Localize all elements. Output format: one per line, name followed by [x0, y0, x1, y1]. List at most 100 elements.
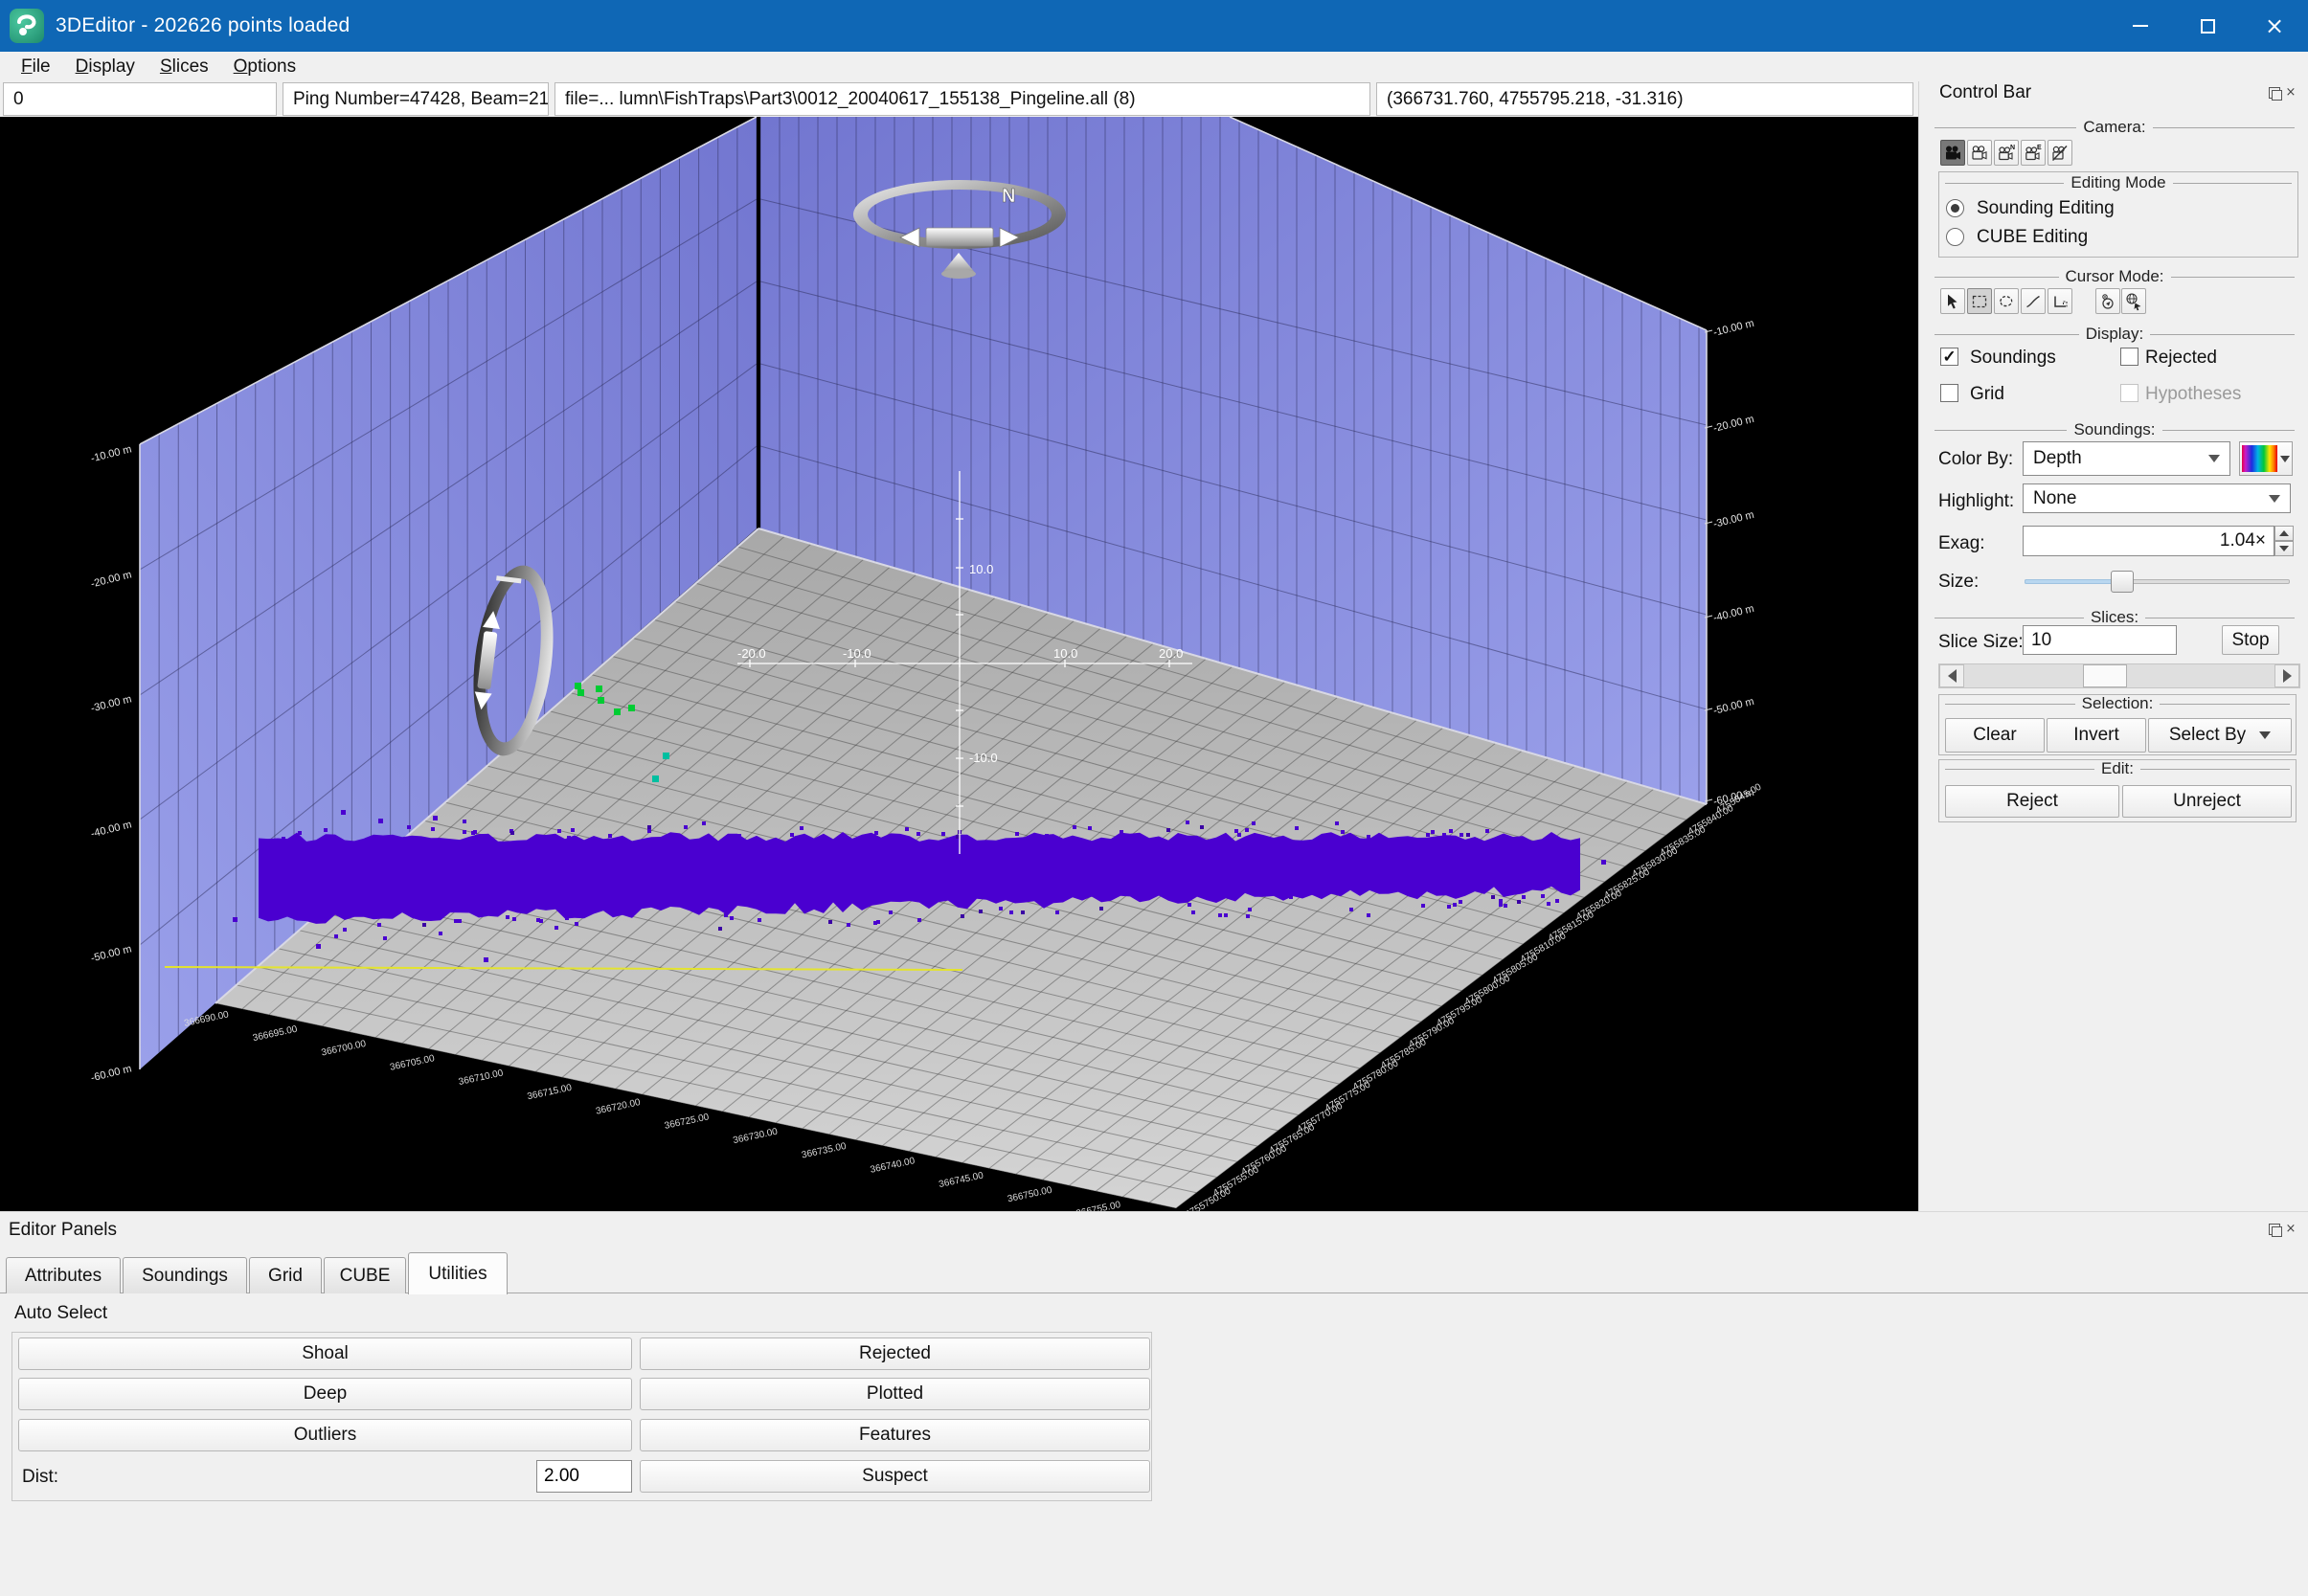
- camera-north-view-button[interactable]: N: [1994, 140, 2019, 166]
- slice-size-input[interactable]: 10: [2023, 625, 2177, 655]
- spin-up-icon[interactable]: [2274, 526, 2294, 541]
- shoal-button[interactable]: Shoal: [18, 1337, 632, 1370]
- unreject-button[interactable]: Unreject: [2122, 785, 2292, 818]
- cursor-mode-separator: Cursor Mode:: [1935, 269, 2295, 284]
- svg-text:-20.00 m: -20.00 m: [90, 569, 133, 590]
- panel-float-icon[interactable]: [2269, 1224, 2280, 1235]
- scrollbar-right-arrow[interactable]: [2274, 664, 2299, 687]
- panel-float-icon[interactable]: [2269, 87, 2280, 99]
- soundings-checkbox[interactable]: ✓: [1940, 348, 1958, 366]
- rejected-button[interactable]: Rejected: [640, 1337, 1150, 1370]
- svg-text:-30.00 m: -30.00 m: [1712, 509, 1755, 530]
- maximize-button[interactable]: [2174, 0, 2241, 52]
- point-probe-icon: [2098, 292, 2117, 311]
- camera-off-button[interactable]: [2048, 140, 2072, 166]
- cursor-point-probe-button[interactable]: [2095, 288, 2120, 314]
- features-button[interactable]: Features: [640, 1419, 1150, 1451]
- slice-size-label: Slice Size:: [1938, 632, 2024, 653]
- svg-text:366720.00: 366720.00: [595, 1097, 642, 1117]
- colormap-swatch: [2242, 445, 2277, 472]
- status-toolbar: 0 Ping Number=47428, Beam=21 file=... lu…: [0, 81, 1918, 117]
- scrollbar-left-arrow[interactable]: [1939, 664, 1964, 687]
- cursor-pointer-button[interactable]: [1940, 288, 1965, 314]
- camera-icon: [1970, 144, 1989, 163]
- camera-east-view-button[interactable]: E: [2021, 140, 2046, 166]
- cursor-line-select-button[interactable]: [2021, 288, 2046, 314]
- editing-mode-group: Editing Mode Sounding Editing CUBE Editi…: [1938, 171, 2298, 258]
- 3d-scene[interactable]: 10.0-10.0-20.0-10.010.020.0-10.00 m-20.0…: [0, 117, 1918, 1211]
- cursor-lasso-select-button[interactable]: [1994, 288, 2019, 314]
- svg-text:-30.00 m: -30.00 m: [90, 693, 133, 714]
- dist-value: 2.00: [544, 1466, 579, 1487]
- invert-button[interactable]: Invert: [2047, 718, 2146, 753]
- tab-utilities[interactable]: Utilities: [408, 1252, 508, 1294]
- svg-text:-40.00 m: -40.00 m: [1712, 603, 1755, 624]
- svg-text:-10.0: -10.0: [843, 646, 871, 661]
- deep-button[interactable]: Deep: [18, 1378, 632, 1410]
- dist-input[interactable]: 2.00: [536, 1460, 632, 1493]
- camera-east-icon: E: [2024, 144, 2043, 163]
- edit-label: Edit:: [2101, 759, 2134, 778]
- slice-scrollbar[interactable]: [1938, 663, 2300, 688]
- spin-down-icon[interactable]: [2274, 541, 2294, 556]
- menu-slices[interactable]: Slices: [147, 54, 221, 80]
- sounding-editing-radio[interactable]: [1946, 199, 1964, 217]
- rejected-checkbox-label: Rejected: [2145, 348, 2217, 369]
- outliers-button[interactable]: Outliers: [18, 1419, 632, 1451]
- menu-options[interactable]: Options: [221, 54, 308, 80]
- 3d-viewport[interactable]: 10.0-10.0-20.0-10.010.020.0-10.00 m-20.0…: [0, 117, 1918, 1211]
- plotted-button[interactable]: Plotted: [640, 1378, 1150, 1410]
- cursor-rectangle-select-button[interactable]: [1967, 288, 1992, 314]
- exag-input[interactable]: 1.04×: [2023, 526, 2274, 556]
- camera-separator: Camera:: [1935, 120, 2295, 135]
- cursor-corner-select-button[interactable]: [2048, 288, 2072, 314]
- camera-perspective-button[interactable]: [1940, 140, 1965, 166]
- svg-text:E: E: [2037, 145, 2042, 151]
- select-by-button[interactable]: Select By: [2148, 718, 2292, 753]
- corner-select-icon: [2050, 292, 2070, 311]
- camera-reset-button[interactable]: [1967, 140, 1992, 166]
- svg-text:-60.00 m: -60.00 m: [90, 1063, 133, 1084]
- grid-checkbox[interactable]: [1940, 384, 1958, 402]
- exag-spinner[interactable]: [2274, 526, 2294, 556]
- auto-select-label: Auto Select: [14, 1303, 107, 1324]
- cube-editing-label: CUBE Editing: [1977, 227, 2088, 248]
- cursor-surface-pick-button[interactable]: [2121, 288, 2146, 314]
- reject-button[interactable]: Reject: [1945, 785, 2119, 818]
- rectangle-select-icon: [1970, 292, 1989, 311]
- chevron-down-icon: [2259, 731, 2271, 739]
- highlight-value: None: [2033, 488, 2076, 509]
- exag-value: 1.04×: [2220, 530, 2266, 551]
- size-label: Size:: [1938, 572, 1979, 593]
- selection-separator: Selection:: [1945, 696, 2290, 711]
- tab-attributes[interactable]: Attributes: [6, 1257, 121, 1293]
- svg-text:366735.00: 366735.00: [801, 1141, 848, 1161]
- tab-soundings[interactable]: Soundings: [123, 1257, 247, 1293]
- highlight-dropdown[interactable]: None: [2023, 483, 2291, 513]
- camera-off-icon: [2050, 144, 2070, 163]
- size-slider-handle[interactable]: [2111, 571, 2134, 593]
- svg-text:-20.0: -20.0: [737, 646, 766, 661]
- svg-text:-10.0: -10.0: [969, 751, 998, 765]
- panel-close-icon[interactable]: ×: [2285, 87, 2297, 99]
- scrollbar-thumb[interactable]: [2083, 664, 2127, 687]
- rejected-checkbox[interactable]: [2120, 348, 2138, 366]
- panel-close-icon[interactable]: ×: [2285, 1224, 2297, 1235]
- stop-button[interactable]: Stop: [2222, 625, 2279, 655]
- menu-file[interactable]: File: [9, 54, 63, 80]
- status-field-coordinates: (366731.760, 4755795.218, -31.316): [1376, 82, 1913, 116]
- menu-display[interactable]: Display: [63, 54, 147, 80]
- colormap-button[interactable]: [2239, 441, 2293, 476]
- camera-solid-icon: [1943, 144, 1962, 163]
- close-button[interactable]: ×: [2241, 0, 2308, 52]
- minimize-button[interactable]: [2107, 0, 2174, 52]
- scrollbar-track[interactable]: [1964, 664, 2274, 687]
- svg-text:366715.00: 366715.00: [527, 1083, 574, 1103]
- app-icon: [10, 9, 44, 43]
- clear-button[interactable]: Clear: [1945, 718, 2045, 753]
- tab-cube[interactable]: CUBE: [324, 1257, 406, 1293]
- tab-grid[interactable]: Grid: [249, 1257, 322, 1293]
- suspect-button[interactable]: Suspect: [640, 1460, 1150, 1493]
- cube-editing-radio[interactable]: [1946, 228, 1964, 246]
- color-by-dropdown[interactable]: Depth: [2023, 441, 2230, 476]
